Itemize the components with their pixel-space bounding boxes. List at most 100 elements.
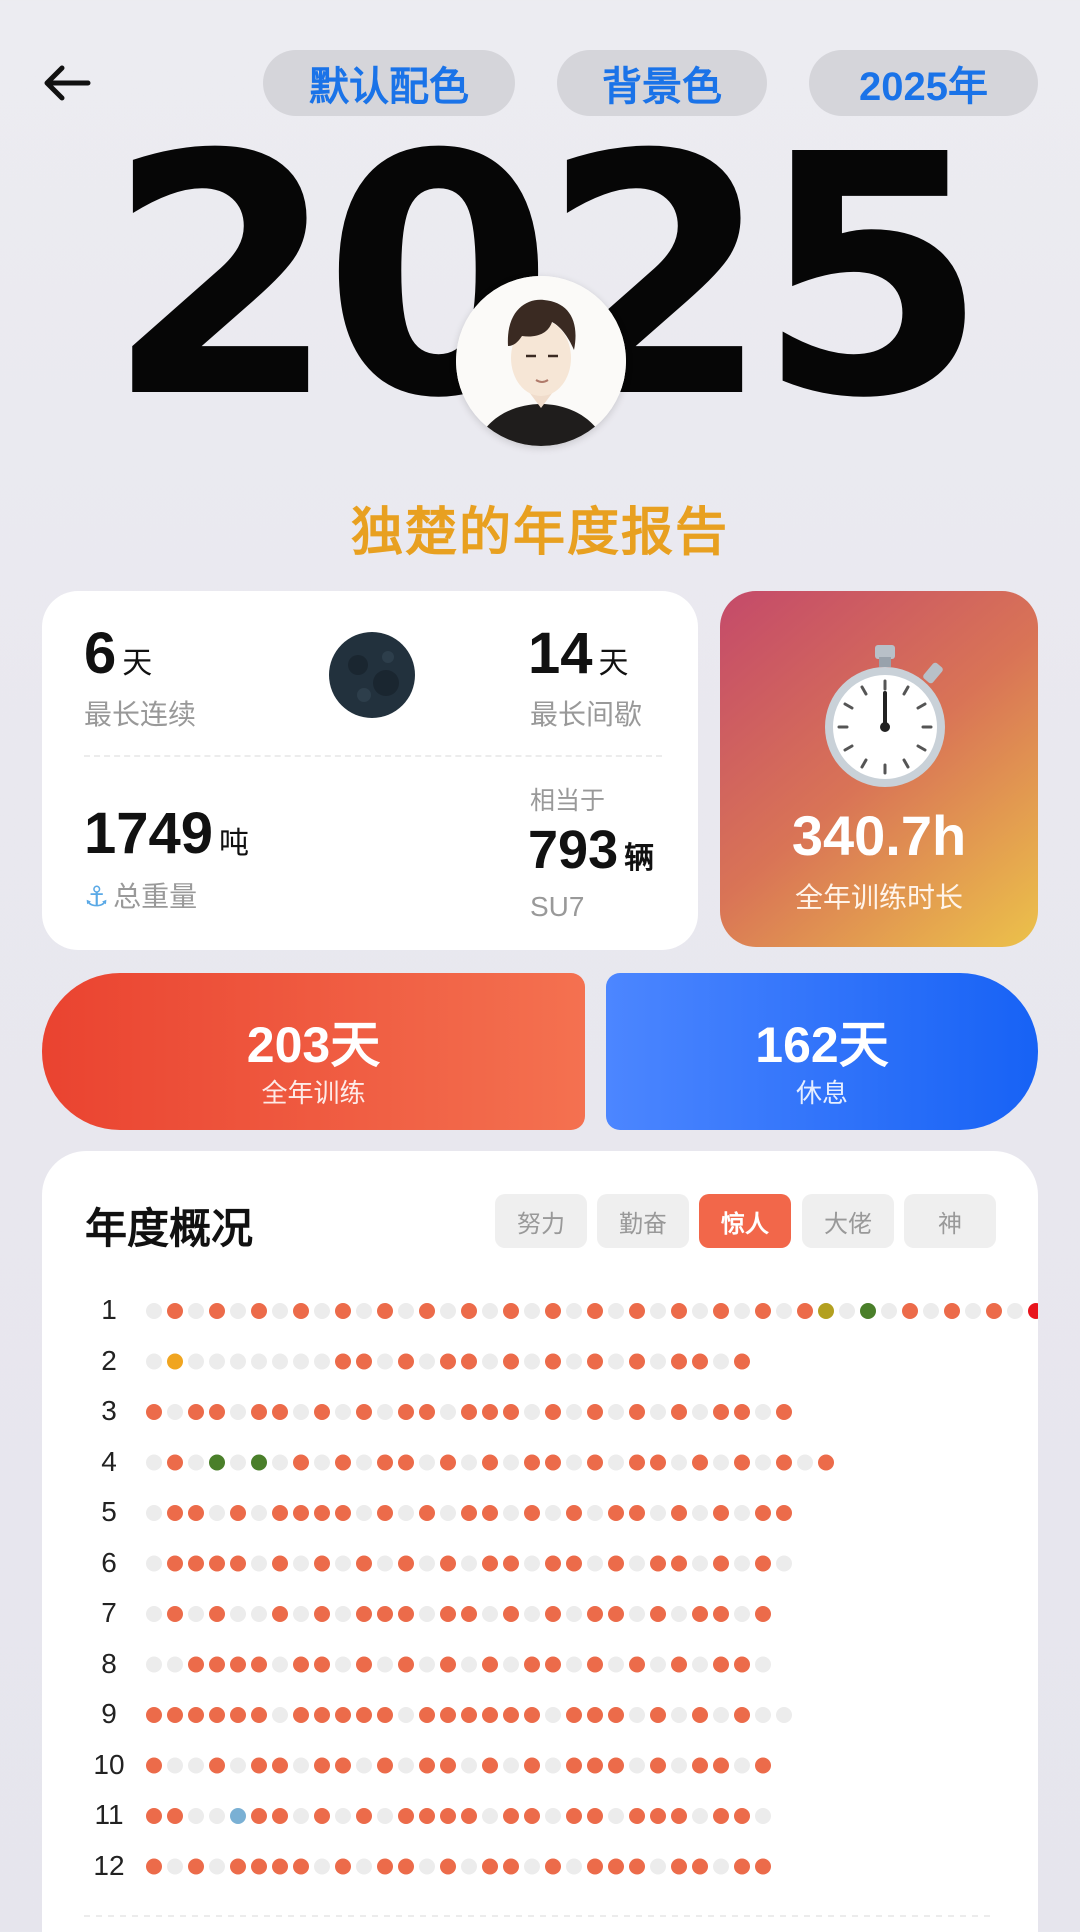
rest-day-dot	[209, 1858, 225, 1875]
training-day-dot	[650, 1555, 666, 1572]
rest-day-dot	[335, 1404, 351, 1420]
training-day-dot	[356, 1656, 372, 1673]
training-day-dot	[251, 1303, 267, 1319]
rest-day-dot	[566, 1454, 582, 1471]
training-day-dot	[209, 1404, 225, 1420]
training-day-dot	[608, 1606, 624, 1622]
training-day-dot	[377, 1454, 393, 1471]
training-day-dot	[461, 1353, 477, 1370]
rest-day-dot	[566, 1656, 582, 1673]
rest-day-dot	[524, 1303, 540, 1319]
rest-day-dot	[440, 1303, 456, 1319]
training-day-dot	[377, 1606, 393, 1622]
rest-day-dot	[503, 1454, 519, 1471]
rest-day-dot	[755, 1454, 771, 1471]
rest-day-dot	[188, 1454, 204, 1471]
training-day-dot	[818, 1454, 834, 1471]
training-day-dot	[209, 1606, 225, 1622]
training-day-dot	[272, 1404, 288, 1420]
training-day-dot	[776, 1454, 792, 1471]
training-day-dot	[419, 1303, 435, 1319]
training-day-dot	[482, 1454, 498, 1471]
rest-day-dot	[713, 1858, 729, 1875]
training-day-dot	[608, 1505, 624, 1521]
training-day-dot	[398, 1606, 414, 1622]
training-day-dot	[314, 1707, 330, 1723]
rest-day-dot	[650, 1404, 666, 1420]
training-day-dot	[314, 1757, 330, 1774]
training-day-dot	[230, 1858, 246, 1875]
training-day-dot	[503, 1606, 519, 1622]
rest-day-dot	[230, 1404, 246, 1420]
training-day-dot	[776, 1505, 792, 1521]
training-day-dot	[629, 1353, 645, 1370]
training-day-dot	[188, 1404, 204, 1420]
training-day-dot	[566, 1757, 582, 1774]
stats-divider	[84, 755, 662, 757]
training-day-dot	[482, 1404, 498, 1420]
rest-day-dot	[755, 1656, 771, 1673]
longest-streak-value: 6天	[84, 621, 153, 686]
training-day-dot	[629, 1303, 645, 1319]
training-day-dot	[293, 1505, 309, 1521]
training-day-dot	[734, 1454, 750, 1471]
training-day-dot	[230, 1707, 246, 1723]
training-day-dot	[587, 1858, 603, 1875]
training-day-dot	[377, 1858, 393, 1875]
rest-day-dot	[272, 1454, 288, 1471]
rest-day-dot	[251, 1353, 267, 1370]
training-day-dot	[335, 1707, 351, 1723]
rest-day-dot	[566, 1303, 582, 1319]
training-day-dot	[671, 1808, 687, 1824]
training-day-dot	[650, 1808, 666, 1824]
training-day-dot	[356, 1707, 372, 1723]
training-day-dot	[692, 1454, 708, 1471]
rest-day-dot	[398, 1303, 414, 1319]
training-day-dot	[755, 1303, 771, 1319]
training-day-dot	[650, 1454, 666, 1471]
training-day-dot	[608, 1858, 624, 1875]
training-day-dot	[608, 1555, 624, 1572]
training-day-dot	[566, 1707, 582, 1723]
rest-day-dot	[503, 1505, 519, 1521]
training-day-dot	[167, 1454, 183, 1471]
training-day-dot	[335, 1353, 351, 1370]
rest-day-dot	[524, 1404, 540, 1420]
rest-day-dot	[398, 1707, 414, 1723]
training-day-dot	[440, 1707, 456, 1723]
back-arrow-icon[interactable]	[38, 58, 98, 108]
rest-day-dot	[293, 1757, 309, 1774]
training-day-dot	[692, 1858, 708, 1875]
avatar[interactable]	[456, 276, 626, 446]
training-day-dot	[377, 1757, 393, 1774]
training-day-dot	[209, 1303, 225, 1319]
rest-day-dot	[650, 1858, 666, 1875]
training-day-dot	[377, 1505, 393, 1521]
rest-day-dot	[1007, 1303, 1023, 1319]
training-day-dot	[713, 1606, 729, 1622]
rest-day-dot	[356, 1303, 372, 1319]
rest-day-dot	[461, 1555, 477, 1572]
rest-day-dot	[461, 1757, 477, 1774]
training-day-dot	[335, 1303, 351, 1319]
training-day-dot	[566, 1505, 582, 1521]
training-day-dot	[629, 1505, 645, 1521]
rest-day-dot	[335, 1555, 351, 1572]
rest-day-dot	[650, 1505, 666, 1521]
training-day-dot	[167, 1606, 183, 1622]
training-day-dot	[629, 1656, 645, 1673]
training-day-dot	[251, 1707, 267, 1723]
rest-day-dot	[482, 1606, 498, 1622]
rest-day-dot	[146, 1555, 162, 1572]
rest-day-dot	[314, 1858, 330, 1875]
rest-day-dot	[482, 1808, 498, 1824]
rest-day-dot	[314, 1454, 330, 1471]
training-day-dot	[272, 1555, 288, 1572]
training-day-dot	[440, 1606, 456, 1622]
training-day-dot	[545, 1303, 561, 1319]
rest-day-dot	[566, 1404, 582, 1420]
rest-day-dot	[230, 1757, 246, 1774]
training-day-dot	[314, 1555, 330, 1572]
longest-gap-value: 14 天	[528, 621, 629, 686]
rest-day-dot	[377, 1555, 393, 1572]
